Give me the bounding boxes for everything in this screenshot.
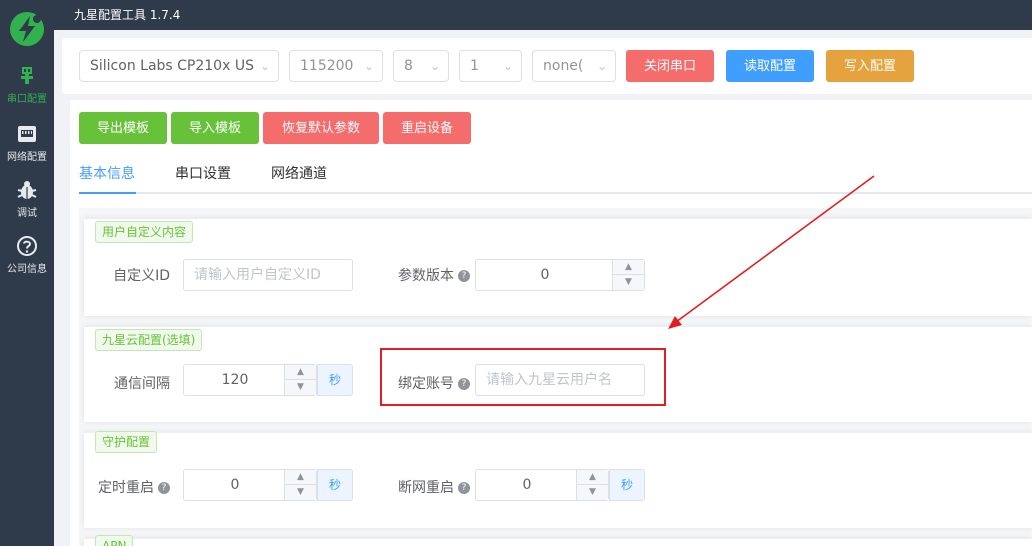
stepper-controls: ▲ ▼: [576, 470, 608, 500]
bug-icon: [17, 181, 37, 199]
timed-restart-value: 0: [230, 477, 240, 493]
sidebar-item-label: 串口配置: [7, 94, 47, 105]
decrement-icon[interactable]: ▼: [285, 485, 316, 500]
tab-network-channel[interactable]: 网络通道: [271, 162, 331, 192]
section-title: 九星云配置(选填): [95, 329, 203, 351]
annotation-highlight-box: [380, 348, 666, 406]
baud-select-value: 115200: [300, 58, 354, 74]
port-select-value: Silicon Labs CP210x US: [90, 58, 254, 74]
databits-select[interactable]: 8 ⌄: [393, 50, 449, 82]
help-icon[interactable]: ?: [158, 482, 170, 494]
sidebar-item-label: 公司信息: [7, 264, 47, 275]
section-apn: APN: [84, 535, 1032, 546]
timed-restart-label: 定时重启?: [98, 477, 170, 497]
help-icon[interactable]: ?: [458, 482, 470, 494]
sidebar-item-label: 网络配置: [7, 152, 47, 163]
stepper-controls: ▲ ▼: [284, 365, 316, 395]
sidebar-item-serial-config[interactable]: 串口配置: [0, 64, 54, 112]
window-title: 九星配置工具 1.7.4: [54, 0, 1032, 30]
sidebar-item-network-config[interactable]: 网络配置: [0, 122, 54, 170]
increment-icon[interactable]: ▲: [285, 365, 316, 380]
chevron-down-icon: ⌄: [429, 59, 440, 73]
timed-restart-label-text: 定时重启: [98, 480, 154, 496]
section-guard-config: 守护配置 定时重启? 0 ▲ ▼ 秒 断网重启? 0 ▲ ▼ 秒: [84, 431, 1032, 528]
increment-icon[interactable]: ▲: [285, 470, 316, 485]
disconnect-restart-stepper[interactable]: 0 ▲ ▼: [475, 469, 609, 501]
section-title: 用户自定义内容: [95, 221, 194, 243]
help-icon[interactable]: ?: [458, 270, 470, 282]
import-template-button[interactable]: 导入模板: [171, 112, 259, 144]
sidebar-item-label: 调试: [17, 208, 37, 219]
restore-defaults-button[interactable]: 恢复默认参数: [263, 112, 379, 144]
parity-select[interactable]: none( ⌄: [532, 50, 616, 82]
export-template-button[interactable]: 导出模板: [79, 112, 167, 144]
custom-id-input[interactable]: 请输入用户自定义ID: [183, 259, 353, 291]
chevron-down-icon: ⌄: [259, 59, 270, 73]
interval-stepper[interactable]: 120 ▲ ▼: [183, 364, 317, 396]
sidebar-item-company-info[interactable]: 公司信息: [0, 234, 54, 282]
config-panel: 导出模板 导入模板 恢复默认参数 重启设备 基本信息 串口设置 网络通道 用户自…: [70, 100, 1032, 546]
stopbits-select[interactable]: 1 ⌄: [459, 50, 522, 82]
read-config-button[interactable]: 读取配置: [726, 50, 814, 82]
question-circle-icon: [17, 236, 37, 256]
chevron-down-icon: ⌄: [502, 59, 513, 73]
increment-icon[interactable]: ▲: [613, 260, 644, 275]
interval-value: 120: [221, 372, 249, 388]
serial-toolbar: Silicon Labs CP210x US ⌄ 115200 ⌄ 8 ⌄ 1 …: [62, 38, 1032, 94]
chevron-down-icon: ⌄: [596, 59, 607, 73]
param-version-stepper[interactable]: 0 ▲ ▼: [475, 259, 645, 291]
sidebar: 串口配置 网络配置 调试 公司信息: [0, 0, 54, 546]
section-title: APN: [95, 535, 134, 546]
baud-select[interactable]: 115200 ⌄: [289, 50, 383, 82]
stepper-controls: ▲ ▼: [284, 470, 316, 500]
section-user-custom: 用户自定义内容 自定义ID 请输入用户自定义ID 参数版本? 0 ▲ ▼: [84, 218, 1032, 316]
restart-device-button[interactable]: 重启设备: [383, 112, 471, 144]
param-version-value: 0: [540, 267, 550, 283]
app-logo-icon: [10, 12, 44, 46]
custom-id-label: 自定义ID: [113, 268, 170, 284]
chevron-down-icon: ⌄: [363, 59, 374, 73]
tab-serial-settings[interactable]: 串口设置: [175, 162, 235, 192]
param-version-label: 参数版本?: [390, 265, 470, 285]
stopbits-select-value: 1: [470, 58, 479, 74]
sidebar-item-debug[interactable]: 调试: [0, 178, 54, 226]
close-port-button[interactable]: 关闭串口: [626, 50, 714, 82]
tab-basic-info[interactable]: 基本信息: [79, 162, 136, 194]
disconnect-restart-value: 0: [522, 477, 532, 493]
increment-icon[interactable]: ▲: [577, 470, 608, 485]
port-select[interactable]: Silicon Labs CP210x US ⌄: [79, 50, 279, 82]
timed-restart-unit: 秒: [317, 469, 353, 501]
decrement-icon[interactable]: ▼: [613, 275, 644, 290]
interval-unit: 秒: [317, 364, 353, 396]
timed-restart-stepper[interactable]: 0 ▲ ▼: [183, 469, 317, 501]
disconnect-restart-label: 断网重启?: [390, 477, 470, 497]
decrement-icon[interactable]: ▼: [285, 380, 316, 395]
config-tabs: 基本信息 串口设置 网络通道: [79, 162, 1032, 194]
databits-select-value: 8: [404, 58, 413, 74]
network-port-icon: [18, 126, 36, 142]
write-config-button[interactable]: 写入配置: [826, 50, 914, 82]
stepper-controls: ▲ ▼: [612, 260, 644, 290]
interval-label: 通信间隔: [114, 376, 170, 392]
usb-plug-icon: [21, 67, 33, 84]
parity-select-value: none(: [543, 58, 584, 74]
section-title: 守护配置: [95, 431, 158, 453]
disconnect-restart-label-text: 断网重启: [398, 480, 454, 496]
param-version-label-text: 参数版本: [398, 268, 454, 284]
disconnect-restart-unit: 秒: [609, 469, 645, 501]
decrement-icon[interactable]: ▼: [577, 485, 608, 500]
